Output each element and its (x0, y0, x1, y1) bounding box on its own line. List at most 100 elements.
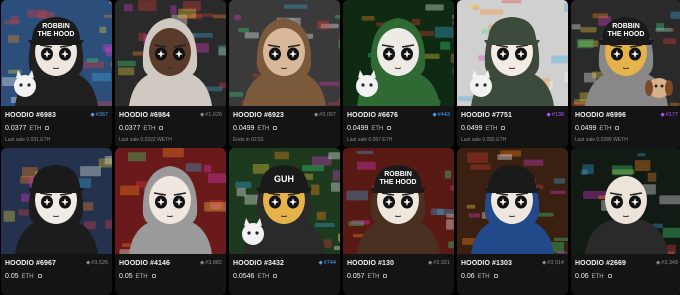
nft-info: HOODIO #1303 ◆ #3,014 0.06 ETH (457, 254, 568, 292)
nft-image[interactable] (115, 148, 226, 254)
lock-icon (37, 274, 42, 279)
rarity-rank: ◆ #367 (91, 112, 108, 118)
price-value: 0.0377 (5, 125, 27, 132)
nft-image[interactable]: ROBBIN THE HOOD (1, 0, 112, 106)
nft-info: HOODIO #6676 ◆ #443 0.0499 ETH Last sale… (343, 106, 454, 144)
nft-card[interactable]: HOODIO #6984 ◆ #1,626 0.0377 ETH Last sa… (115, 0, 226, 148)
rarity-rank-value: #3,097 (319, 112, 336, 118)
svg-text:GUH: GUH (274, 174, 294, 184)
nft-info: HOODIO #7751 ◆ #138 0.0499 ETH Last sale… (457, 106, 568, 144)
rarity-rank-value: #3,526 (91, 260, 108, 266)
nft-card[interactable]: ROBBIN THE HOOD HOODIO #130 ◆ #3,921 0.05… (343, 148, 454, 295)
sale-info-text: Last sale 0.0289 WETH (575, 137, 628, 143)
rarity-gem-icon: ◆ (432, 112, 437, 118)
nft-card[interactable]: GUH HOODIO #3432 ◆ #744 0.0546 ETH (229, 148, 340, 295)
sale-info-text: Ends in 02:52 (233, 137, 264, 143)
lock-icon (151, 274, 156, 279)
price-value: 0.05 (119, 273, 133, 280)
price-value: 0.0377 (119, 125, 141, 132)
rarity-rank: ◆ #138 (547, 112, 564, 118)
rarity-gem-icon: ◆ (199, 112, 205, 118)
sale-info: Last sale 0.057 ETH (347, 136, 450, 144)
nft-image[interactable]: ROBBIN THE HOOD (343, 148, 454, 254)
sale-info-text: Last sale 0.0322 WETH (119, 137, 172, 143)
sale-info (347, 284, 450, 292)
rarity-gem-icon: ◆ (546, 112, 551, 118)
nft-name: HOODIO #4146 (119, 259, 170, 267)
rarity-gem-icon: ◆ (85, 260, 91, 266)
rarity-rank-value: #1,626 (205, 112, 222, 118)
nft-card[interactable]: HOODIO #2669 ◆ #3,349 0.06 ETH (571, 148, 680, 295)
rarity-rank: ◆ #3,882 (200, 260, 222, 266)
nft-card[interactable]: HOODIO #6676 ◆ #443 0.0499 ETH Last sale… (343, 0, 454, 148)
lock-icon (45, 126, 50, 131)
rarity-rank-value: #3,882 (205, 260, 222, 266)
rarity-gem-icon: ◆ (655, 260, 661, 266)
nft-name: HOODIO #3432 (233, 259, 284, 267)
rarity-rank: ◆ #3,921 (428, 260, 450, 266)
price-currency: ETH (29, 126, 42, 132)
svg-text:THE HOOD: THE HOOD (380, 179, 417, 186)
sale-info: Last sale 0.0322 WETH (119, 136, 222, 144)
nft-image[interactable] (229, 0, 340, 106)
nft-image[interactable] (343, 0, 454, 106)
nft-image[interactable] (115, 0, 226, 106)
price: 0.057 ETH (347, 273, 450, 282)
nft-image[interactable]: ROBBIN THE HOOD (571, 0, 680, 106)
rarity-rank-value: #3,349 (661, 260, 678, 266)
lock-icon (615, 126, 620, 131)
nft-image[interactable] (457, 0, 568, 106)
rarity-rank-value: #138 (551, 112, 564, 118)
lock-icon (273, 126, 278, 131)
nft-image[interactable] (1, 148, 112, 254)
sale-info (5, 284, 108, 292)
price-value: 0.0499 (347, 125, 369, 132)
nft-name: HOODIO #6923 (233, 111, 284, 119)
nft-name: HOODIO #130 (347, 259, 395, 267)
sale-info (461, 284, 564, 292)
price-currency: ETH (599, 126, 612, 132)
price: 0.0499 ETH (575, 125, 678, 134)
nft-info: HOODIO #130 ◆ #3,921 0.057 ETH (343, 254, 454, 292)
lock-icon (159, 126, 164, 131)
rarity-rank-value: #177 (665, 112, 678, 118)
rarity-rank: ◆ #1,626 (200, 112, 222, 118)
price: 0.06 ETH (575, 273, 678, 282)
sale-info: Last sale 0.031 ETH (5, 136, 108, 144)
sale-info (119, 284, 222, 292)
rarity-rank: ◆ #3,097 (314, 112, 336, 118)
rarity-rank-value: #3,921 (433, 260, 450, 266)
nft-image[interactable]: GUH (229, 148, 340, 254)
nft-card[interactable]: ROBBIN THE HOOD HOODIO #6996 ◆ #177 0.049… (571, 0, 680, 148)
nft-name: HOODIO #2669 (575, 259, 626, 267)
price-value: 0.057 (347, 273, 365, 280)
rarity-rank: ◆ #443 (433, 112, 450, 118)
nft-card[interactable]: HOODIO #1303 ◆ #3,014 0.06 ETH (457, 148, 568, 295)
nft-card[interactable]: HOODIO #7751 ◆ #138 0.0499 ETH Last sale… (457, 0, 568, 148)
nft-image[interactable] (457, 148, 568, 254)
nft-name: HOODIO #6984 (119, 111, 170, 119)
sale-info-text: Last sale 0.057 ETH (347, 137, 393, 143)
nft-name: HOODIO #1303 (461, 259, 512, 267)
nft-card[interactable]: HOODIO #4146 ◆ #3,882 0.05 ETH (115, 148, 226, 295)
sale-info (233, 284, 336, 292)
price: 0.0499 ETH (347, 125, 450, 134)
price-value: 0.05 (5, 273, 19, 280)
svg-text:ROBBIN: ROBBIN (42, 23, 70, 30)
rarity-gem-icon: ◆ (660, 112, 665, 118)
rarity-gem-icon: ◆ (541, 260, 547, 266)
nft-info: HOODIO #6923 ◆ #3,097 0.0499 ETH Ends in… (229, 106, 340, 144)
nft-card[interactable]: HOODIO #6923 ◆ #3,097 0.0499 ETH Ends in… (229, 0, 340, 148)
price-currency: ETH (21, 274, 34, 280)
nft-grid: ROBBIN THE HOOD HOODIO #6983 ◆ #367 0.037… (0, 0, 680, 295)
nft-image[interactable] (571, 148, 680, 254)
nft-card[interactable]: HOODIO #6967 ◆ #3,526 0.05 ETH (1, 148, 112, 295)
sale-info (575, 284, 678, 292)
price-currency: ETH (367, 274, 380, 280)
lock-icon (387, 126, 392, 131)
svg-text:THE HOOD: THE HOOD (608, 31, 645, 38)
rarity-gem-icon: ◆ (313, 112, 319, 118)
lock-icon (383, 274, 388, 279)
nft-card[interactable]: ROBBIN THE HOOD HOODIO #6983 ◆ #367 0.037… (1, 0, 112, 148)
sale-info-text: Last sale 0.055 ETH (461, 137, 507, 143)
